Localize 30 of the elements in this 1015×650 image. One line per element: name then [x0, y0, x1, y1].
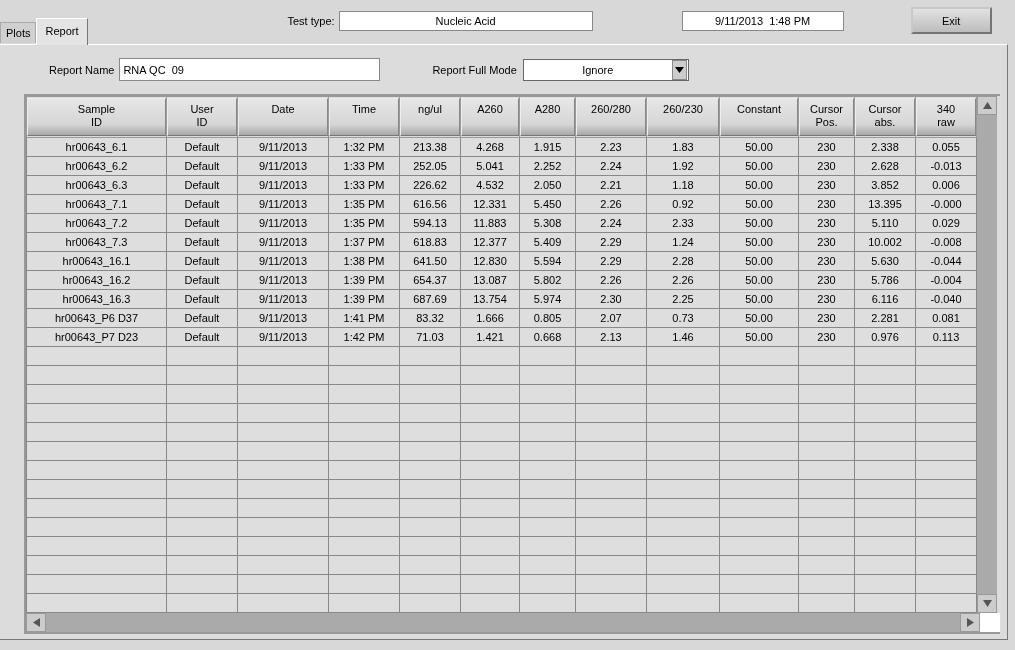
- column-header[interactable]: ng/ul: [400, 98, 460, 136]
- column-header[interactable]: 260/230: [647, 98, 719, 136]
- column-header[interactable]: Cursor Pos.: [799, 98, 854, 136]
- test-type-field: Nucleic Acid: [338, 11, 593, 31]
- report-mode-dropdown[interactable]: Ignore: [522, 58, 689, 81]
- column-header[interactable]: 260/280: [576, 98, 646, 136]
- column-header[interactable]: Date: [238, 98, 328, 136]
- column-header[interactable]: User ID: [167, 98, 237, 136]
- report-mode-label: Report Full Mode: [432, 63, 517, 76]
- column-header[interactable]: Time: [329, 98, 399, 136]
- report-name-label: Report Name: [49, 63, 115, 76]
- test-type-label: Test type:: [287, 15, 335, 27]
- column-header[interactable]: A280: [520, 98, 575, 136]
- scroll-right-icon[interactable]: [960, 613, 980, 632]
- column-header[interactable]: A260: [461, 98, 519, 136]
- tab[interactable]: Plots: [0, 22, 37, 43]
- column-header[interactable]: Sample ID: [27, 98, 166, 136]
- tab[interactable]: Report: [36, 18, 88, 45]
- timestamp-field: 9/11/2013 1:48 PM: [681, 11, 844, 31]
- scrollbar-corner: [980, 613, 1000, 632]
- column-header[interactable]: Cursor abs.: [855, 98, 915, 136]
- vertical-scrollbar[interactable]: [977, 96, 997, 613]
- scroll-left-icon[interactable]: [26, 613, 46, 632]
- scroll-up-icon[interactable]: [977, 96, 997, 115]
- horizontal-scrollbar[interactable]: [26, 613, 980, 632]
- column-header[interactable]: 340 raw: [916, 98, 976, 136]
- column-header[interactable]: Constant: [720, 98, 798, 136]
- exit-button[interactable]: Exit: [910, 7, 992, 34]
- report-name-field[interactable]: RNA QC 09: [119, 58, 381, 81]
- scroll-down-icon[interactable]: [977, 594, 997, 613]
